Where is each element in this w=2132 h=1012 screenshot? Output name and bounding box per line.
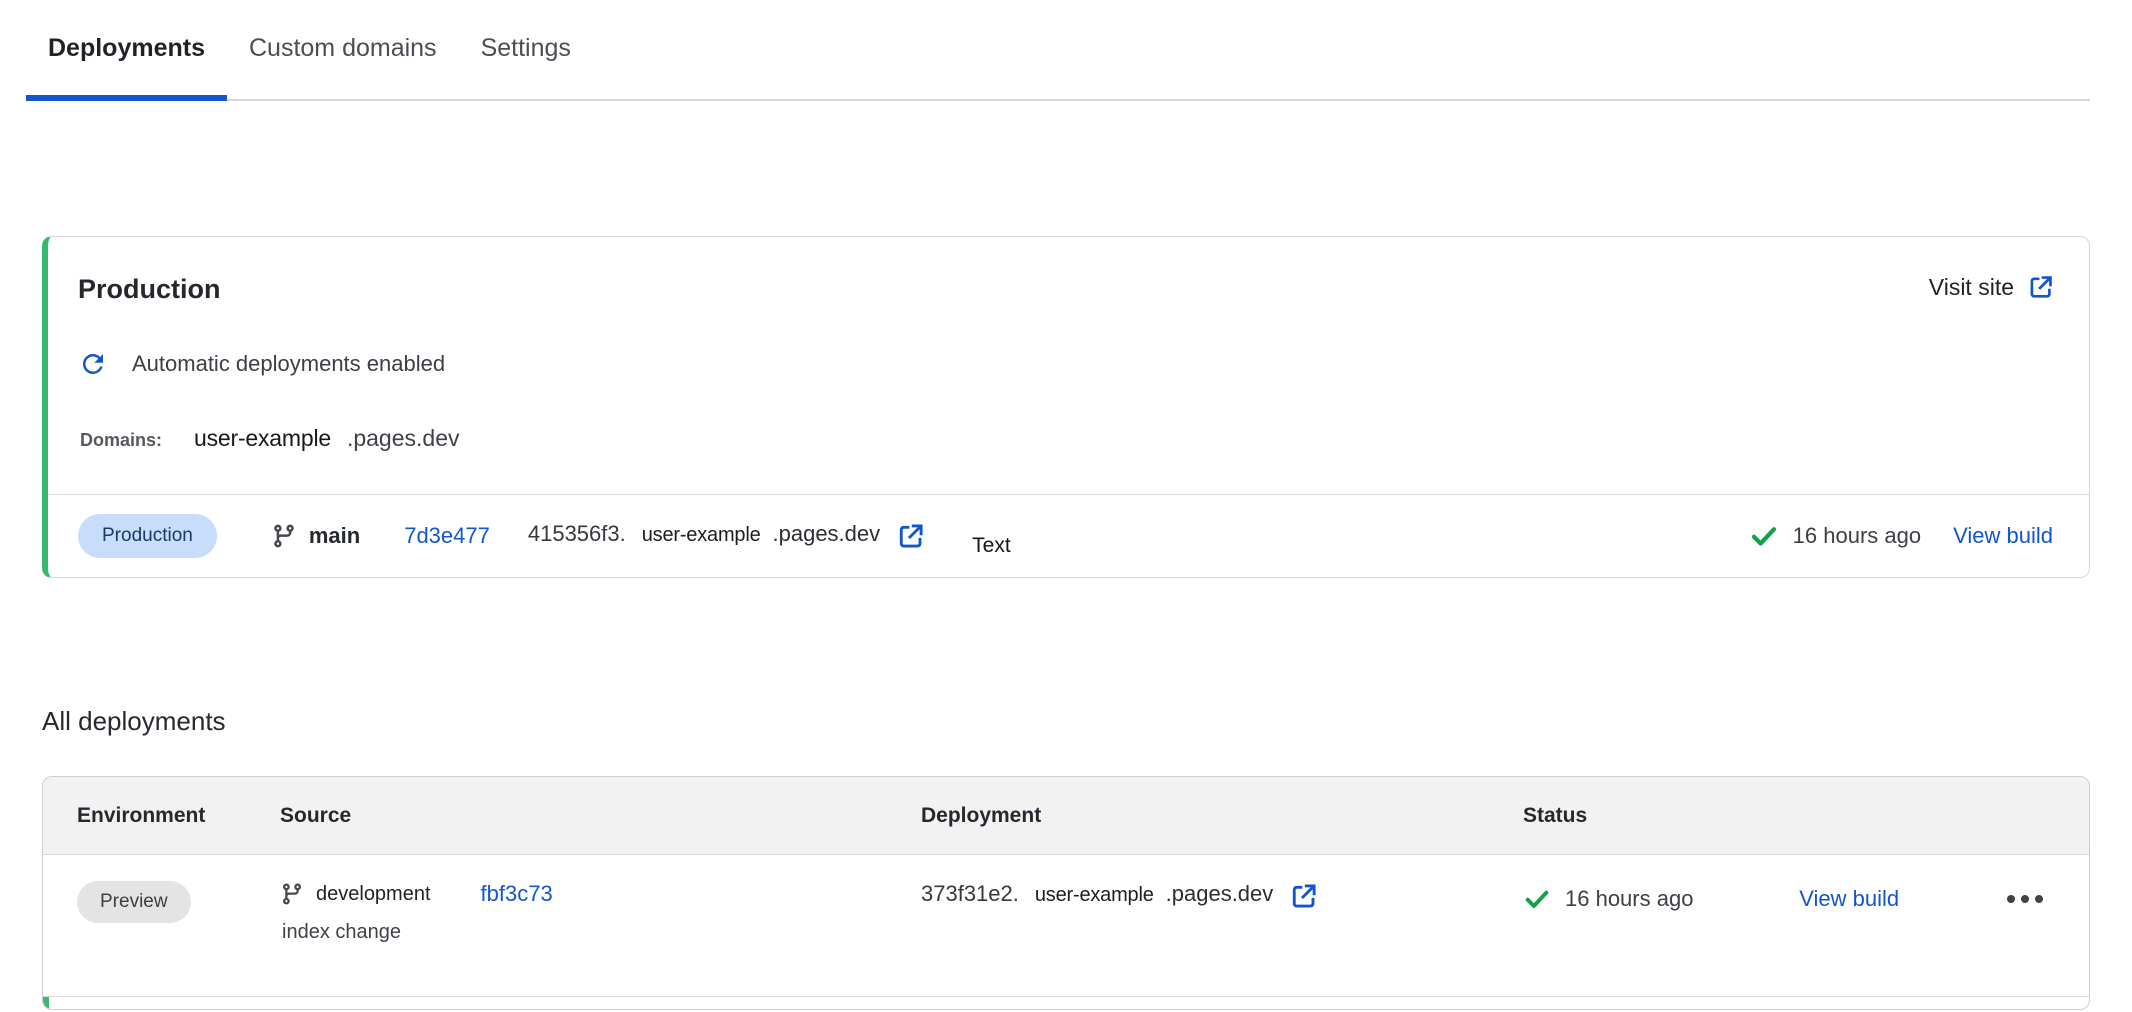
production-card: Production Visit site Automatic deploym [42,236,2090,578]
environment-badge: Production [78,514,217,558]
deploy-time: 16 hours ago [1565,886,1693,912]
deployment-name: user-example [1035,884,1154,907]
deployment-url[interactable]: 415356f3. user-example .pages.dev [528,521,926,551]
column-header-status: Status [1523,804,2089,828]
branch-name: development [316,883,431,906]
deploy-time: 16 hours ago [1793,523,1921,549]
deployment-suffix: .pages.dev [773,521,881,547]
domains-label: Domains: [80,430,162,451]
visit-site-link[interactable]: Visit site [1929,273,2055,301]
source-cell: development fbf3c73 index change [280,881,921,944]
domain-name: user-example [194,425,331,452]
auto-deployments-label: Automatic deployments enabled [132,349,445,379]
branch-name: main [309,523,360,549]
text-label: Text [972,534,1011,558]
deployments-table: Environment Source Deployment Status Pre… [42,776,2090,1010]
git-branch-icon [280,882,304,906]
column-header-source: Source [280,804,921,828]
external-link-icon[interactable] [896,521,926,551]
column-header-environment: Environment [43,804,280,828]
tab-bar: Deployments Custom domains Settings [26,0,2090,101]
pages-project-screen: Deployments Custom domains Settings Prod… [0,0,2132,1010]
next-row-accent [43,997,49,1009]
commit-message: index change [280,921,921,944]
production-row-status: 16 hours ago View build [1749,521,2053,551]
commit-link[interactable]: 7d3e477 [404,523,490,549]
production-card-header: Production Visit site [48,237,2089,305]
environment-badge: Preview [77,881,191,923]
deployment-name: user-example [642,524,761,547]
environment-cell: Preview [43,881,280,923]
all-deployments-heading: All deployments [42,704,2132,738]
tab-deployments[interactable]: Deployments [26,33,227,99]
view-build-link[interactable]: View build [1953,523,2053,549]
view-build-link[interactable]: View build [1799,886,1899,912]
domain-suffix: .pages.dev [347,425,460,452]
deployment-id: 415356f3. [528,521,626,547]
production-card-title: Production [78,273,221,305]
check-icon [1749,521,1779,551]
check-icon [1523,885,1551,913]
status-cell: 16 hours ago View build [1523,885,2089,913]
next-row-partial [43,997,2089,1009]
table-header-row: Environment Source Deployment Status [43,777,2089,855]
production-deployment-row: Production main 7d3e477 415356f3. user-e… [48,494,2089,577]
table-row: Preview development fbf3c73 index change… [43,855,2089,997]
deployment-url[interactable]: 373f31e2. user-example .pages.dev [921,881,1319,911]
deployment-id: 373f31e2. [921,881,1019,907]
domains-row: Domains: user-example .pages.dev [48,379,2089,494]
tab-settings[interactable]: Settings [459,33,593,99]
deployment-suffix: .pages.dev [1166,881,1274,907]
column-header-deployment: Deployment [921,804,1523,828]
more-options-icon[interactable] [2005,889,2045,909]
external-link-icon [2027,273,2055,301]
tab-custom-domains[interactable]: Custom domains [227,33,459,99]
auto-deployments-status: Automatic deployments enabled [48,305,2089,379]
commit-link[interactable]: fbf3c73 [481,881,553,907]
external-link-icon[interactable] [1289,881,1319,911]
refresh-icon [78,349,108,379]
visit-site-label: Visit site [1929,274,2014,301]
git-branch-icon [271,523,297,549]
deployment-cell: 373f31e2. user-example .pages.dev [921,881,1523,911]
